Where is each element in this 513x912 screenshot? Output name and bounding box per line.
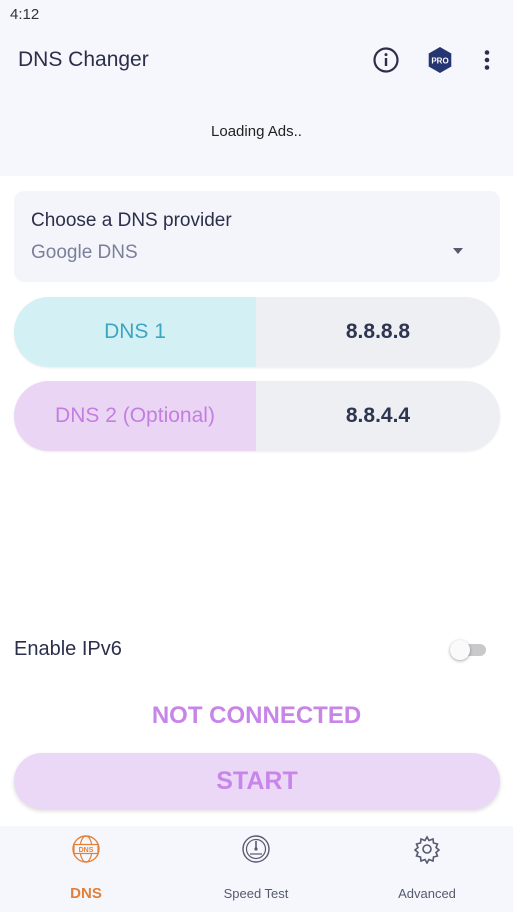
pro-badge-icon[interactable]: PRO — [426, 46, 454, 74]
ipv6-label: Enable IPv6 — [14, 638, 122, 660]
status-bar: 4:12 — [0, 0, 513, 30]
provider-label: Choose a DNS provider — [31, 210, 232, 231]
globe-dns-icon: DNS — [72, 835, 100, 863]
nav-label-dns: DNS — [70, 885, 102, 902]
dns1-row: DNS 1 8.8.8.8 — [14, 297, 500, 367]
ipv6-toggle[interactable] — [450, 640, 488, 660]
speedometer-icon — [242, 835, 270, 863]
status-time: 4:12 — [10, 6, 40, 23]
nav-label-speed-test: Speed Test — [223, 886, 289, 901]
connection-status: NOT CONNECTED — [151, 702, 362, 729]
caret-down-icon — [453, 248, 463, 254]
info-icon[interactable] — [372, 46, 400, 74]
dns1-label: DNS 1 — [14, 297, 256, 367]
nav-item-speed-test[interactable]: Speed Test — [186, 826, 326, 912]
dns-provider-select[interactable]: Choose a DNS provider Google DNS — [14, 191, 500, 282]
ad-loading-text: Loading Ads.. — [211, 123, 302, 140]
bottom-nav: DNS DNS Speed Test Advanced — [0, 826, 513, 912]
nav-item-dns[interactable]: DNS DNS — [16, 826, 156, 912]
nav-label-advanced: Advanced — [398, 886, 456, 901]
start-button[interactable]: START — [14, 753, 500, 809]
dns2-row: DNS 2 (Optional) 8.8.4.4 — [14, 381, 500, 451]
dns2-value-field[interactable]: 8.8.4.4 — [256, 381, 500, 451]
pro-label: PRO — [431, 57, 448, 66]
more-vert-icon[interactable] — [476, 46, 498, 74]
ad-banner[interactable]: Loading Ads.. — [0, 90, 513, 176]
provider-selected-value: Google DNS — [31, 242, 138, 263]
nav-item-advanced[interactable]: Advanced — [357, 826, 497, 912]
app-title: DNS Changer — [18, 48, 149, 71]
dns1-value-field[interactable]: 8.8.8.8 — [256, 297, 500, 367]
svg-text:DNS: DNS — [79, 847, 94, 854]
app-bar: DNS Changer PRO — [0, 30, 513, 90]
toggle-knob — [450, 640, 470, 660]
dns2-label: DNS 2 (Optional) — [14, 381, 256, 451]
gear-icon — [413, 835, 441, 864]
